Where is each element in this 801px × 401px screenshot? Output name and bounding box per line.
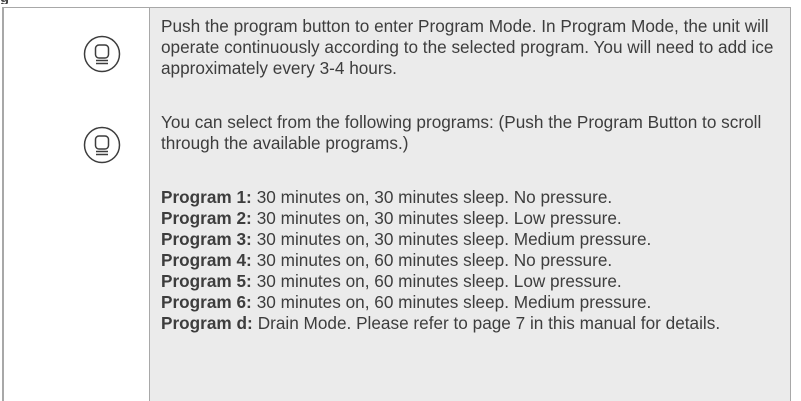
program-list: Program 1: 30 minutes on, 30 minutes sle…: [161, 187, 786, 334]
list-item: Program 1: 30 minutes on, 30 minutes sle…: [161, 187, 786, 208]
program-description: Drain Mode. Please refer to page 7 in th…: [257, 313, 721, 333]
program-label: Program 4:: [161, 250, 252, 270]
table-row: Push the program button to enter Program…: [2, 7, 791, 104]
list-item: Program 6: 30 minutes on, 60 minutes sle…: [161, 292, 786, 313]
table-row: You can select from the following progra…: [2, 102, 791, 401]
program-label: Program 5:: [161, 271, 252, 291]
instruction-table: Push the program button to enter Program…: [2, 7, 791, 401]
program-description: 30 minutes on, 30 minutes sleep. Low pre…: [256, 208, 622, 228]
list-item: Program 4: 30 minutes on, 60 minutes sle…: [161, 250, 786, 271]
program-label: Program 1:: [161, 187, 252, 207]
program-label: Program 6:: [161, 292, 252, 312]
program-description: 30 minutes on, 60 minutes sleep. No pres…: [256, 250, 613, 270]
icon-cell: [2, 102, 150, 401]
program-description: 30 minutes on, 60 minutes sleep. Medium …: [256, 292, 652, 312]
icon-cell: [2, 8, 150, 103]
program-label: Program d:: [161, 313, 253, 333]
program-label: Program 2:: [161, 208, 252, 228]
description-cell: Push the program button to enter Program…: [150, 8, 791, 103]
list-item: Program 5: 30 minutes on, 60 minutes sle…: [161, 271, 786, 292]
program-description: 30 minutes on, 30 minutes sleep. No pres…: [256, 187, 613, 207]
description-cell: You can select from the following progra…: [150, 102, 791, 401]
list-item: Program d: Drain Mode. Please refer to p…: [161, 313, 786, 334]
program-select-intro: You can select from the following progra…: [161, 112, 762, 153]
cut-off-heading-fragment: g: [0, 0, 8, 4]
program-button-icon: [83, 35, 121, 73]
list-item: Program 3: 30 minutes on, 30 minutes sle…: [161, 229, 786, 250]
program-label: Program 3:: [161, 229, 252, 249]
program-description: 30 minutes on, 30 minutes sleep. Medium …: [256, 229, 652, 249]
list-item: Program 2: 30 minutes on, 30 minutes sle…: [161, 208, 786, 229]
program-button-icon: [83, 126, 121, 164]
program-mode-description: Push the program button to enter Program…: [161, 16, 774, 78]
program-description: 30 minutes on, 60 minutes sleep. Low pre…: [256, 271, 622, 291]
